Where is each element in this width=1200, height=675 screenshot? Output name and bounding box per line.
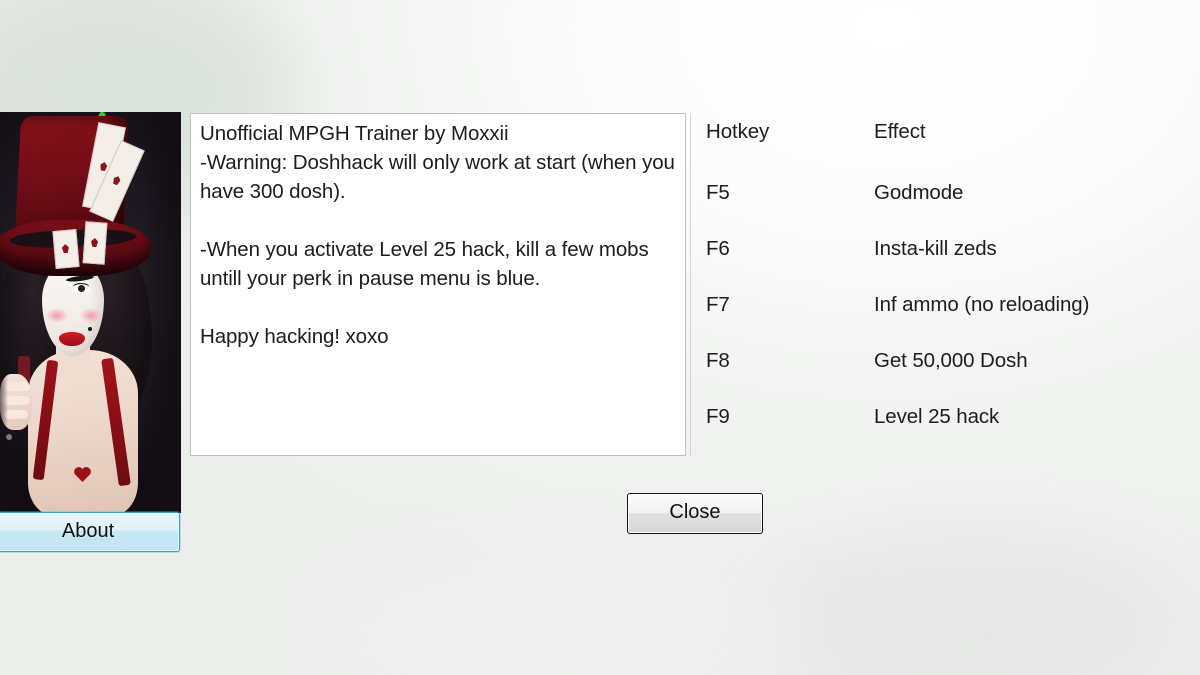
trainer-dialog-window: Unofficial MPGH Trainer by Moxxii -Warni… xyxy=(0,0,1200,675)
background-blur-blob xyxy=(330,560,810,675)
table-row: F7 Inf ammo (no reloading) xyxy=(706,293,1176,349)
panel-divider xyxy=(690,113,691,456)
effect-cell: Level 25 hack xyxy=(874,405,1000,428)
effect-cell: Godmode xyxy=(874,181,964,204)
table-row: F6 Insta-kill zeds xyxy=(706,237,1176,293)
close-button-label: Close xyxy=(669,501,721,523)
background-blur-blob xyxy=(760,520,1180,675)
hotkey-cell: F7 xyxy=(706,293,730,316)
hotkey-cell: F9 xyxy=(706,405,730,428)
column-header-hotkey: Hotkey xyxy=(706,120,770,143)
hotkey-cell: F6 xyxy=(706,237,730,260)
dialog-content-area: Unofficial MPGH Trainer by Moxxii -Warni… xyxy=(0,112,1200,513)
portrait-playing-card xyxy=(52,229,80,269)
moxxi-portrait-image xyxy=(0,112,181,513)
column-header-effect: Effect xyxy=(874,120,926,143)
portrait-blush-right xyxy=(80,308,102,323)
portrait-speck xyxy=(18,418,24,424)
table-row: F9 Level 25 hack xyxy=(706,405,1176,461)
portrait-beauty-mark xyxy=(88,327,92,331)
table-row: F5 Godmode xyxy=(706,181,1176,237)
about-button[interactable]: About xyxy=(0,512,180,552)
portrait-eye xyxy=(72,284,90,293)
table-header-row: Hotkey Effect xyxy=(706,120,1176,181)
portrait-shadow-left xyxy=(0,262,8,513)
portrait-playing-card xyxy=(82,221,108,265)
portrait-lips xyxy=(59,332,85,346)
trainer-notes-panel: Unofficial MPGH Trainer by Moxxii -Warni… xyxy=(190,113,686,456)
effect-cell: Insta-kill zeds xyxy=(874,237,997,260)
about-button-label: About xyxy=(61,519,115,542)
close-button[interactable]: Close xyxy=(627,493,763,534)
table-row: F8 Get 50,000 Dosh xyxy=(706,349,1176,405)
portrait-blush-left xyxy=(46,308,68,323)
hotkey-table: Hotkey Effect F5 Godmode F6 Insta-kill z… xyxy=(706,120,1176,461)
portrait-shadow-right xyxy=(144,112,181,513)
hotkey-cell: F5 xyxy=(706,181,730,204)
effect-cell: Inf ammo (no reloading) xyxy=(874,293,1090,316)
portrait-image-frame xyxy=(0,112,181,513)
hotkey-cell: F8 xyxy=(706,349,730,372)
trainer-notes-text: Unofficial MPGH Trainer by Moxxii -Warni… xyxy=(200,122,675,348)
effect-cell: Get 50,000 Dosh xyxy=(874,349,1028,372)
